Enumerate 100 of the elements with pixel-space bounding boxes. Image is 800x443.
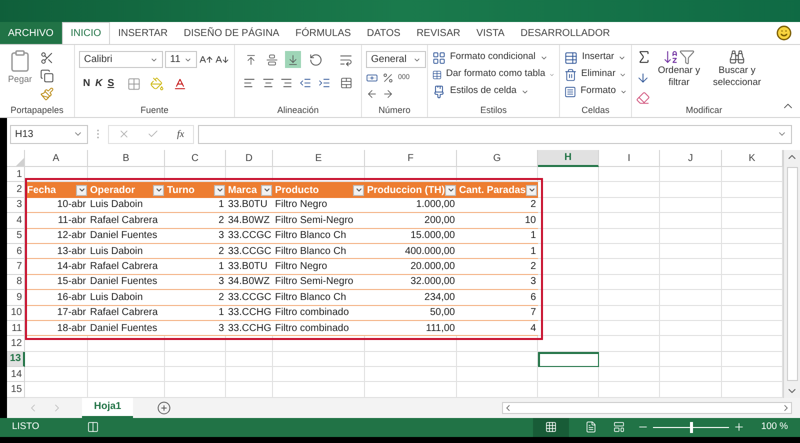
insert-function-button[interactable]: fx bbox=[176, 126, 184, 142]
row-header[interactable]: 11 bbox=[7, 320, 25, 336]
font-style-button[interactable]: N bbox=[83, 76, 90, 91]
filter-dropdown[interactable] bbox=[153, 184, 164, 196]
sheet-cell[interactable] bbox=[25, 382, 88, 398]
sheet-cell[interactable] bbox=[722, 367, 783, 382]
sheet-cell[interactable] bbox=[722, 167, 783, 182]
normal-view-icon[interactable] bbox=[545, 421, 558, 434]
row-header[interactable]: 14 bbox=[7, 367, 25, 382]
ribbon-tab[interactable]: INSERTAR bbox=[110, 22, 176, 44]
zoom-in-icon[interactable] bbox=[733, 421, 746, 434]
name-box[interactable]: H13 bbox=[10, 124, 88, 144]
zoom-level[interactable]: 100 % bbox=[761, 420, 788, 434]
sheet-cell[interactable] bbox=[165, 352, 226, 368]
sheet-cell[interactable] bbox=[165, 382, 226, 398]
align-bottom-icon[interactable] bbox=[284, 51, 302, 68]
ribbon-tab[interactable]: REVISAR bbox=[408, 22, 468, 44]
page-break-icon[interactable] bbox=[613, 421, 626, 434]
sheet-cell[interactable] bbox=[599, 352, 660, 368]
sheet-cell[interactable] bbox=[88, 367, 165, 382]
sheet-cell[interactable] bbox=[538, 290, 599, 306]
row-header[interactable]: 5 bbox=[7, 228, 25, 244]
number-format-dropdown[interactable]: General bbox=[366, 51, 426, 68]
sheet-cell[interactable] bbox=[538, 367, 599, 382]
eraser-icon[interactable] bbox=[636, 91, 650, 105]
border-icon[interactable] bbox=[127, 76, 142, 90]
sheet-cell[interactable] bbox=[538, 274, 599, 290]
ribbon-tab[interactable]: INICIO bbox=[62, 22, 110, 44]
sheet-cell[interactable] bbox=[599, 167, 660, 182]
row-header[interactable]: 4 bbox=[7, 213, 25, 229]
sheet-cell[interactable] bbox=[599, 228, 660, 244]
row-header[interactable]: 10 bbox=[7, 306, 25, 321]
sheet-cell[interactable] bbox=[722, 382, 783, 398]
sheet-cell[interactable] bbox=[25, 367, 88, 382]
row-header[interactable]: 1 bbox=[7, 167, 25, 182]
sheet-cell[interactable] bbox=[722, 352, 783, 368]
align-right-icon[interactable] bbox=[280, 76, 294, 90]
sheet-cell[interactable] bbox=[599, 336, 660, 352]
sheet-cell[interactable] bbox=[365, 352, 457, 368]
find-select-button[interactable]: Buscar y seleccionar bbox=[706, 49, 768, 105]
ribbon-tab[interactable]: DISEÑO DE PÁGINA bbox=[176, 22, 288, 44]
orientation-icon[interactable] bbox=[309, 52, 324, 66]
decrease-decimal-icon[interactable] bbox=[382, 88, 394, 100]
row-header[interactable]: 13 bbox=[7, 352, 25, 368]
sheet-cell[interactable] bbox=[660, 306, 722, 321]
sheet-cell[interactable] bbox=[722, 290, 783, 306]
ribbon-tab[interactable]: VISTA bbox=[468, 22, 512, 44]
column-header[interactable]: H bbox=[538, 150, 599, 167]
sheet-cell[interactable] bbox=[538, 167, 599, 182]
sheet-cell[interactable] bbox=[722, 306, 783, 321]
sheet-cell[interactable] bbox=[538, 198, 599, 214]
vertical-scrollbar[interactable] bbox=[783, 150, 800, 398]
sheet-cell[interactable] bbox=[457, 352, 538, 368]
filter-dropdown[interactable] bbox=[76, 184, 87, 196]
sheet-cell[interactable] bbox=[599, 213, 660, 229]
merge-cells-icon[interactable] bbox=[340, 76, 354, 90]
cells-menu-button[interactable]: Eliminar bbox=[564, 66, 627, 83]
sheet-cell[interactable] bbox=[538, 336, 599, 352]
filter-dropdown[interactable] bbox=[526, 184, 537, 196]
filter-dropdown[interactable] bbox=[353, 184, 364, 196]
font-color-icon[interactable] bbox=[173, 76, 188, 90]
increase-decimal-icon[interactable] bbox=[366, 88, 378, 100]
sheet-cell[interactable] bbox=[538, 320, 599, 336]
sheet-cell[interactable] bbox=[538, 228, 599, 244]
sheet-cell[interactable] bbox=[365, 367, 457, 382]
sheet-cell[interactable] bbox=[660, 182, 722, 198]
align-center-icon[interactable] bbox=[262, 76, 274, 90]
sheet-cell[interactable] bbox=[660, 244, 722, 260]
fill-down-icon[interactable] bbox=[636, 71, 650, 85]
sheet-cell[interactable] bbox=[722, 213, 783, 229]
sheet-cell[interactable] bbox=[599, 244, 660, 260]
sheet-cell[interactable] bbox=[273, 352, 365, 368]
sheet-cell[interactable] bbox=[88, 382, 165, 398]
sheet-cell[interactable] bbox=[599, 198, 660, 214]
sheet-cell[interactable] bbox=[599, 367, 660, 382]
sheet-cell[interactable] bbox=[722, 259, 783, 275]
sheet-cell[interactable] bbox=[660, 198, 722, 214]
sheet-cell[interactable] bbox=[660, 352, 722, 368]
sheet-cell[interactable] bbox=[722, 182, 783, 198]
sheet-cell[interactable] bbox=[660, 274, 722, 290]
sheet-tab[interactable]: Hoja1 bbox=[82, 398, 134, 418]
add-sheet-icon[interactable] bbox=[157, 400, 172, 415]
align-left-icon[interactable] bbox=[243, 76, 256, 90]
active-cell[interactable] bbox=[538, 352, 599, 368]
row-header[interactable]: 12 bbox=[7, 336, 25, 352]
sheet-cell[interactable] bbox=[365, 382, 457, 398]
ribbon-tab[interactable]: DESARROLLADOR bbox=[512, 22, 618, 44]
sheet-cell[interactable] bbox=[660, 213, 722, 229]
horizontal-scrollbar[interactable] bbox=[502, 402, 792, 414]
fill-color-icon[interactable] bbox=[150, 76, 164, 90]
sheet-cell[interactable] bbox=[660, 290, 722, 306]
sheet-cell[interactable] bbox=[660, 367, 722, 382]
sheet-cell[interactable] bbox=[660, 167, 722, 182]
file-tab[interactable]: ARCHIVO bbox=[0, 22, 62, 44]
sheet-cell[interactable] bbox=[538, 259, 599, 275]
sheet-cell[interactable] bbox=[457, 367, 538, 382]
ribbon-tab[interactable]: DATOS bbox=[358, 22, 408, 44]
scissors-icon[interactable] bbox=[40, 51, 54, 65]
sheet-cell[interactable] bbox=[660, 259, 722, 275]
row-header[interactable]: 3 bbox=[7, 198, 25, 214]
